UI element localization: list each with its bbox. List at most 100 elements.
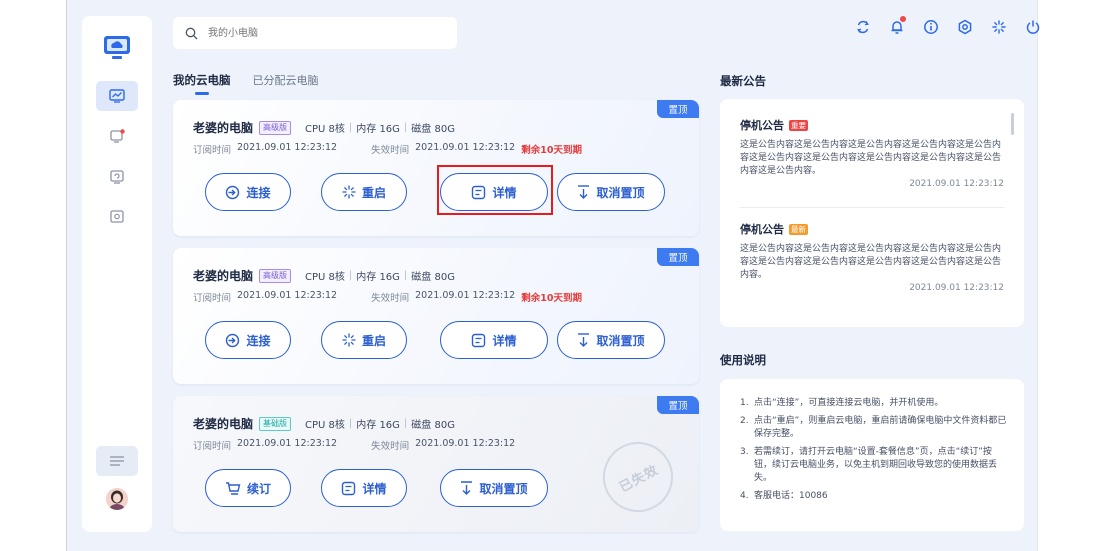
memory-spec: 内存 16G — [356, 420, 400, 431]
details-label: 详情 — [492, 333, 517, 348]
tier-badge: 高级版 — [259, 268, 292, 283]
avatar[interactable] — [106, 488, 128, 510]
subscribe-label: 订阅时间 — [193, 293, 232, 304]
app-window: 我的云电脑 已分配云电脑 置顶 老婆的电脑 高级版 CPU 8核 | 内存 16… — [66, 0, 1040, 551]
details-button[interactable]: 详情 — [440, 321, 548, 359]
pc-name: 老婆的电脑 — [193, 121, 254, 135]
renew-button[interactable]: 续订 — [205, 469, 291, 507]
arrow-down-icon — [578, 185, 590, 199]
power-icon[interactable] — [1023, 17, 1043, 37]
announcement-item[interactable]: 停机公告 重要 这是公告内容这是公告内容这是公告内容这是公告内容这是公告内容这是… — [740, 117, 1004, 189]
sidebar-item-sync[interactable] — [96, 162, 138, 192]
subscribe-label: 订阅时间 — [193, 145, 232, 156]
connect-icon — [226, 333, 240, 347]
announcement-item[interactable]: 停机公告 最新 这是公告内容这是公告内容这是公告内容这是公告内容这是公告内容这是… — [740, 221, 1004, 293]
sync-screen-icon — [110, 170, 124, 184]
settings-icon[interactable] — [955, 17, 975, 37]
cpu-spec: CPU 8核 — [305, 272, 345, 283]
sidebar-item-notifications[interactable] — [96, 121, 138, 151]
tier-badge: 高级版 — [259, 120, 292, 135]
restart-label: 重启 — [361, 333, 386, 348]
guide-item: 3. 若需续订，请打开云电脑“设置-套餐信息”页，点击“续订”按钮，续订云电脑业务… — [740, 447, 998, 483]
restart-label: 重启 — [361, 185, 386, 200]
expire-time: 2021.09.01 12:23:12 — [415, 438, 516, 449]
pin-tag: 置顶 — [657, 396, 699, 414]
chart-icon — [109, 89, 125, 103]
arrow-down-icon — [578, 333, 590, 347]
announcements-panel: 停机公告 重要 这是公告内容这是公告内容这是公告内容这是公告内容这是公告内容这是… — [720, 99, 1024, 327]
cloud-pc-card: 置顶 已失效 老婆的电脑 基础版 CPU 8核 | 内存 16G | 磁盘 80… — [173, 396, 699, 532]
pin-tag: 置顶 — [657, 248, 699, 266]
cloud-pc-card: 置顶 老婆的电脑 高级版 CPU 8核 | 内存 16G | 磁盘 80G 订阅… — [173, 248, 699, 384]
connect-button[interactable]: 连接 — [205, 173, 291, 211]
expired-stamp: 已失效 — [590, 429, 686, 525]
announcements-title: 最新公告 — [720, 74, 766, 88]
search-icon — [185, 27, 198, 39]
search-input[interactable] — [206, 26, 440, 40]
guide-item: 4. 客服电话：10086 — [740, 491, 828, 501]
sidebar-item-settings[interactable] — [96, 202, 138, 232]
brightness-icon[interactable] — [989, 17, 1009, 37]
guide-item: 1. 点击“连接”，可直接连接云电脑，并开机使用。 — [740, 398, 944, 408]
details-button[interactable]: 详情 — [321, 469, 407, 507]
restart-button[interactable]: 重启 — [321, 173, 407, 211]
connect-icon — [226, 185, 240, 199]
announcement-time: 2021.09.01 12:23:12 — [909, 179, 1004, 189]
subscribe-time: 2021.09.01 12:23:12 — [237, 438, 338, 449]
new-tag: 最新 — [789, 223, 808, 235]
unpin-label: 取消置顶 — [479, 481, 528, 496]
scrollbar[interactable] — [1011, 113, 1014, 135]
announcement-body: 这是公告内容这是公告内容这是公告内容这是公告内容这是公告内容这是公告内容这是公告… — [740, 140, 1002, 176]
subscribe-time: 2021.09.01 12:23:12 — [237, 142, 338, 153]
unpin-button[interactable]: 取消置顶 — [557, 321, 665, 359]
expire-label: 失效时间 — [371, 293, 410, 304]
subscribe-time: 2021.09.01 12:23:12 — [237, 290, 338, 301]
disk-spec: 磁盘 80G — [411, 420, 455, 431]
announcement-title: 停机公告 — [740, 119, 784, 132]
expire-label: 失效时间 — [371, 441, 410, 452]
guide-panel: 1. 点击“连接”，可直接连接云电脑，并开机使用。 2. 点击“重启”，则重启云电脑… — [720, 379, 1024, 531]
tab-assigned-cloud-pc[interactable]: 已分配云电脑 — [253, 72, 319, 88]
guide-item: 2. 点击“重启”，则重启云电脑，重启前请确保电脑中文件资料都已保存完整。 — [740, 416, 1007, 439]
top-toolbar — [853, 16, 1043, 37]
pc-name: 老婆的电脑 — [193, 269, 254, 283]
arrow-down-icon — [461, 481, 473, 495]
expiry-warning: 剩余10天到期 — [521, 293, 582, 304]
tab-my-cloud-pc[interactable]: 我的云电脑 — [173, 72, 231, 95]
search-box[interactable] — [173, 17, 457, 49]
renew-label: 续订 — [246, 481, 271, 496]
cloud-pc-logo-icon — [102, 34, 132, 62]
announcement-time: 2021.09.01 12:23:12 — [909, 283, 1004, 293]
details-icon — [472, 333, 486, 347]
connect-button[interactable]: 连接 — [205, 321, 291, 359]
settings-screen-icon — [110, 210, 124, 223]
sidebar-item-monitor[interactable] — [96, 81, 138, 111]
details-label: 详情 — [362, 481, 387, 496]
unpin-label: 取消置顶 — [596, 333, 645, 348]
restart-icon — [342, 185, 356, 199]
memory-spec: 内存 16G — [356, 272, 400, 283]
unpin-button[interactable]: 取消置顶 — [440, 469, 548, 507]
sidebar — [82, 16, 152, 532]
tab-bar: 我的云电脑 已分配云电脑 — [173, 72, 319, 95]
subscribe-label: 订阅时间 — [193, 441, 232, 452]
menu-button[interactable] — [96, 446, 138, 476]
disk-spec: 磁盘 80G — [411, 272, 455, 283]
important-tag: 重要 — [789, 119, 808, 131]
cpu-spec: CPU 8核 — [305, 124, 345, 135]
restart-icon — [342, 333, 356, 347]
announcement-title: 停机公告 — [740, 223, 784, 236]
unpin-label: 取消置顶 — [596, 185, 645, 200]
expire-label: 失效时间 — [371, 145, 410, 156]
disk-spec: 磁盘 80G — [411, 124, 455, 135]
info-icon[interactable] — [921, 17, 941, 37]
unpin-button[interactable]: 取消置顶 — [557, 173, 665, 211]
cloud-pc-card: 置顶 老婆的电脑 高级版 CPU 8核 | 内存 16G | 磁盘 80G 订阅… — [173, 100, 699, 236]
cpu-spec: CPU 8核 — [305, 420, 345, 431]
bell-icon[interactable] — [887, 16, 907, 37]
refresh-icon[interactable] — [853, 17, 873, 37]
highlight-box — [437, 165, 553, 215]
pin-tag: 置顶 — [657, 100, 699, 118]
restart-button[interactable]: 重启 — [321, 321, 407, 359]
pc-name: 老婆的电脑 — [193, 417, 254, 431]
